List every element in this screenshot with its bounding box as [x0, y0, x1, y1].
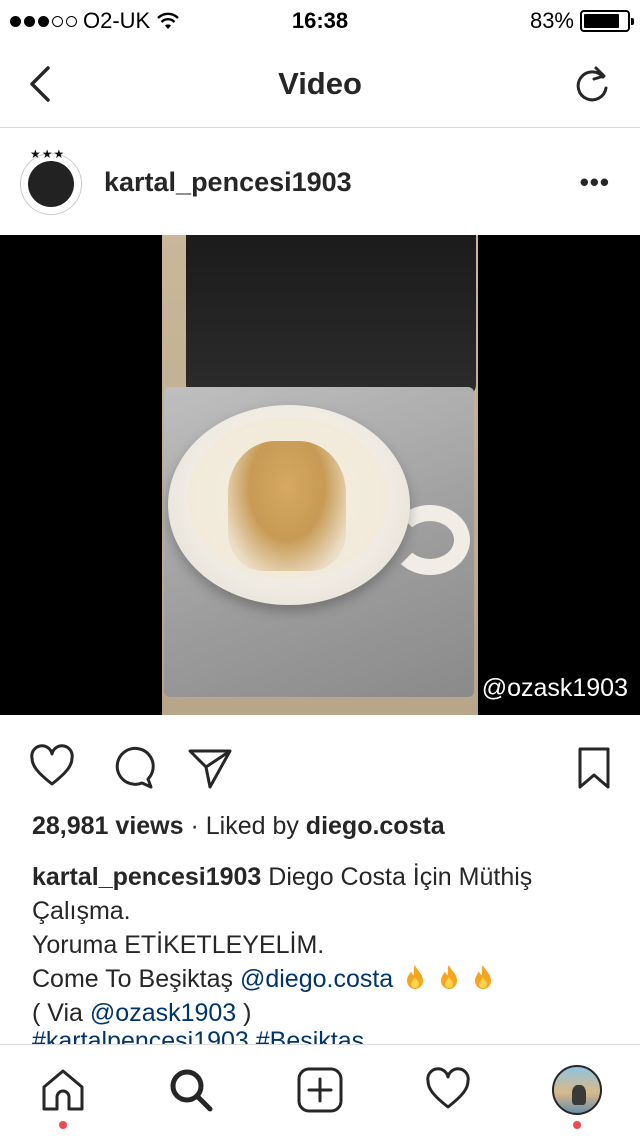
- add-post-icon: [297, 1067, 343, 1113]
- comment-icon: [115, 746, 155, 789]
- liked-by-label: Liked by: [205, 812, 306, 840]
- caption-line-1: kartal_pencesi1903 Diego Costa İçin Müth…: [32, 860, 622, 894]
- liked-by-user[interactable]: diego.costa: [306, 812, 445, 840]
- refresh-icon: [576, 66, 608, 102]
- heart-icon: [426, 1067, 470, 1109]
- tab-profile-avatar[interactable]: [552, 1065, 602, 1115]
- status-bar: O2-UK 16:38 83%: [0, 0, 640, 40]
- tab-search[interactable]: [166, 1065, 216, 1115]
- comment-button[interactable]: [108, 743, 156, 791]
- tab-new-post[interactable]: [295, 1065, 345, 1115]
- tab-activity[interactable]: [423, 1065, 473, 1115]
- tab-home[interactable]: [38, 1065, 88, 1115]
- caption-line-2: Çalışma.: [32, 897, 131, 925]
- bottom-tab-bar: [0, 1044, 640, 1136]
- fire-emoji-icon: [441, 965, 458, 989]
- user-avatar[interactable]: [20, 147, 82, 215]
- caption-text-4: Come To Beşiktaş: [32, 965, 240, 993]
- caption-line-3: Yoruma ETİKETLEYELİM.: [32, 931, 325, 959]
- battery-fill: [584, 14, 619, 28]
- share-button[interactable]: [186, 743, 234, 791]
- home-notification-dot: [59, 1121, 67, 1129]
- nav-bar: Video: [0, 40, 640, 128]
- separator: ·: [183, 812, 206, 840]
- caption-text-5-suffix: ): [236, 999, 252, 1027]
- video-watermark: @ozask1903: [481, 674, 628, 702]
- send-icon: [188, 749, 232, 789]
- post-header: kartal_pencesi1903 •••: [0, 129, 640, 235]
- caption-text-5-prefix: ( Via: [32, 999, 90, 1027]
- post-username[interactable]: kartal_pencesi1903: [104, 167, 352, 198]
- printer-head: [186, 235, 476, 395]
- caption-line-5: ( Via @ozask1903 ): [32, 996, 622, 1030]
- home-icon: [42, 1069, 84, 1111]
- caption-username[interactable]: kartal_pencesi1903: [32, 863, 261, 891]
- team-logo-icon: [28, 147, 74, 207]
- coffee-cup: [168, 405, 410, 605]
- search-icon: [170, 1069, 213, 1112]
- caption-hashtags[interactable]: #kartalpencesi1903 #Besiktas: [32, 1030, 622, 1044]
- battery-percent: 83%: [529, 8, 574, 33]
- caption-mention-ozask[interactable]: @ozask1903: [90, 999, 236, 1027]
- views-count[interactable]: 28,981 views: [32, 812, 184, 840]
- heart-icon: [30, 744, 74, 786]
- video-frame: [162, 235, 478, 715]
- caption-text-1: Diego Costa İçin Müthiş: [261, 863, 533, 891]
- like-button[interactable]: [28, 743, 76, 791]
- fire-emoji-icon: [407, 965, 424, 989]
- caption-mention-diego[interactable]: @diego.costa: [240, 965, 393, 993]
- video-player[interactable]: @ozask1903: [0, 235, 640, 715]
- refresh-button[interactable]: [572, 64, 612, 104]
- caption-hashtags-partial: #kartalpencesi1903 #Besiktas: [32, 1030, 622, 1044]
- fire-emoji-icon: [475, 965, 492, 989]
- battery-icon: [580, 10, 634, 32]
- post-caption: kartal_pencesi1903 Diego Costa İçin Müth…: [32, 860, 622, 1030]
- status-right: 83%: [529, 8, 634, 34]
- bookmark-icon: [578, 747, 610, 789]
- engagement-summary: 28,981 views · Liked by diego.costa: [32, 812, 622, 841]
- action-bar: [0, 735, 640, 805]
- page-title: Video: [278, 66, 362, 101]
- caption-line-4: Come To Beşiktaş @diego.costa: [32, 962, 622, 996]
- save-button[interactable]: [570, 743, 618, 791]
- latte-portrait: [228, 441, 346, 571]
- coffee-foam: [188, 417, 388, 579]
- profile-notification-dot: [573, 1121, 581, 1129]
- more-options-button[interactable]: •••: [580, 167, 610, 198]
